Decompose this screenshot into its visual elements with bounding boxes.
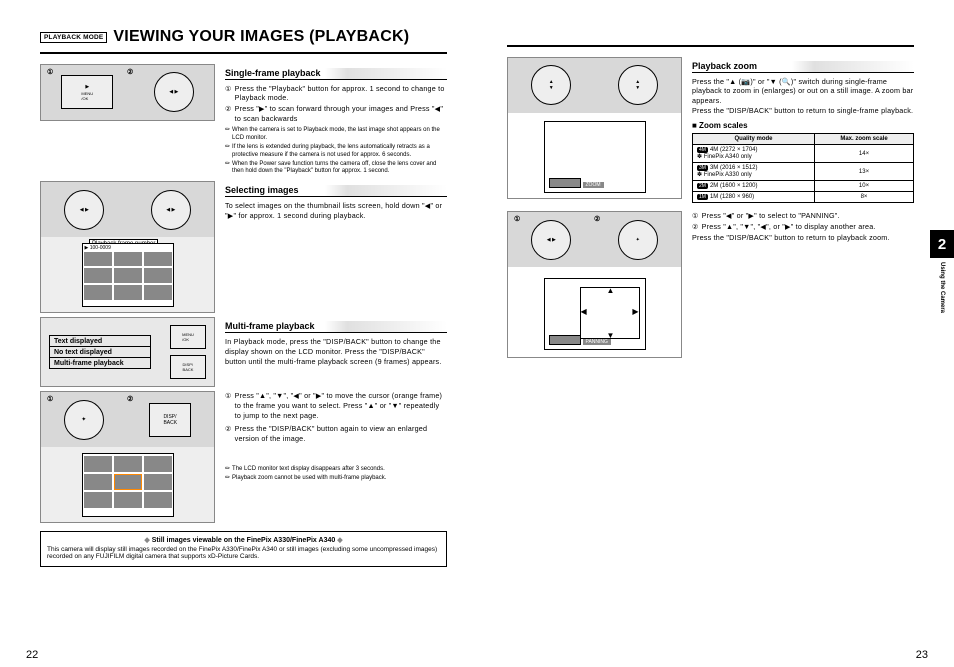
- single-frame-steps: ①Press the "Playback" button for approx.…: [225, 84, 447, 124]
- multi-frame-notes: ✏The LCD monitor text display disappears…: [225, 466, 447, 483]
- heading-playback-zoom: Playback zoom: [692, 61, 914, 73]
- multi-frame-steps: ①Press "▲", "▼", "◀" or "▶" to move the …: [225, 391, 447, 444]
- menu-item: Text displayed: [50, 336, 150, 347]
- footer-body: This camera will display still images re…: [47, 546, 440, 560]
- chapter-tab: 2 Using the Camera: [930, 230, 954, 313]
- heading-single-frame: Single-frame playback: [225, 68, 447, 80]
- menu-item: Multi-frame playback: [50, 358, 150, 368]
- zoom-scales-table: Quality mode Max. zoom scale 4M4M (2272 …: [692, 133, 914, 203]
- illus-selecting: ◀ ▶ ◀ ▶ Playback frame number ▶ 100-0009: [40, 181, 215, 313]
- page-number-right: 23: [916, 649, 928, 661]
- page-title-row: PLAYBACK MODE VIEWING YOUR IMAGES (PLAYB…: [40, 28, 447, 46]
- footer-title: Still images viewable on the FinePix A33…: [47, 536, 440, 544]
- multi-frame-body: In Playback mode, press the "DISP/BACK" …: [225, 337, 447, 366]
- menu-item: No text displayed: [50, 347, 150, 358]
- page-number-left: 22: [26, 649, 38, 661]
- illus-zoom-1: ▲▼ ▲▼ ZOOM: [507, 57, 682, 199]
- mode-badge: PLAYBACK MODE: [40, 32, 107, 43]
- heading-multi-frame: Multi-frame playback: [225, 321, 447, 333]
- display-menu: Text displayed No text displayed Multi-f…: [49, 335, 151, 369]
- zoom-scales-heading: ■ Zoom scales: [692, 121, 914, 130]
- heading-selecting: Selecting images: [225, 185, 447, 197]
- illus-single-frame: ① ▶MENU/OK ② ◀ ▶: [40, 64, 215, 121]
- page-right: ▲▼ ▲▼ ZOOM Playback zoom Press the "▲ (📷…: [477, 0, 954, 667]
- zoom-body: Press the "▲ (📷)" or "▼ (🔍)" switch duri…: [692, 77, 914, 116]
- illus-multi-menu: Text displayed No text displayed Multi-f…: [40, 317, 215, 387]
- zoom-pan-steps: ①Press "◀" or "▶" to select to "PANNING"…: [692, 211, 914, 242]
- single-frame-notes: ✏When the camera is set to Playback mode…: [225, 127, 447, 176]
- page-left: PLAYBACK MODE VIEWING YOUR IMAGES (PLAYB…: [0, 0, 477, 667]
- chapter-label: Using the Camera: [939, 262, 945, 313]
- footer-info-box: Still images viewable on the FinePix A33…: [40, 531, 447, 567]
- selecting-body: To select images on the thumbnail lists …: [225, 201, 447, 220]
- illus-zoom-2: ① ◀ ▶ ② ✦ ▲ ▼ ◀ ▶: [507, 211, 682, 358]
- main-title: VIEWING YOUR IMAGES (PLAYBACK): [113, 28, 409, 46]
- illus-multi-steps: ① ✦ ② DISP/BACK: [40, 391, 215, 523]
- chapter-number: 2: [930, 230, 954, 258]
